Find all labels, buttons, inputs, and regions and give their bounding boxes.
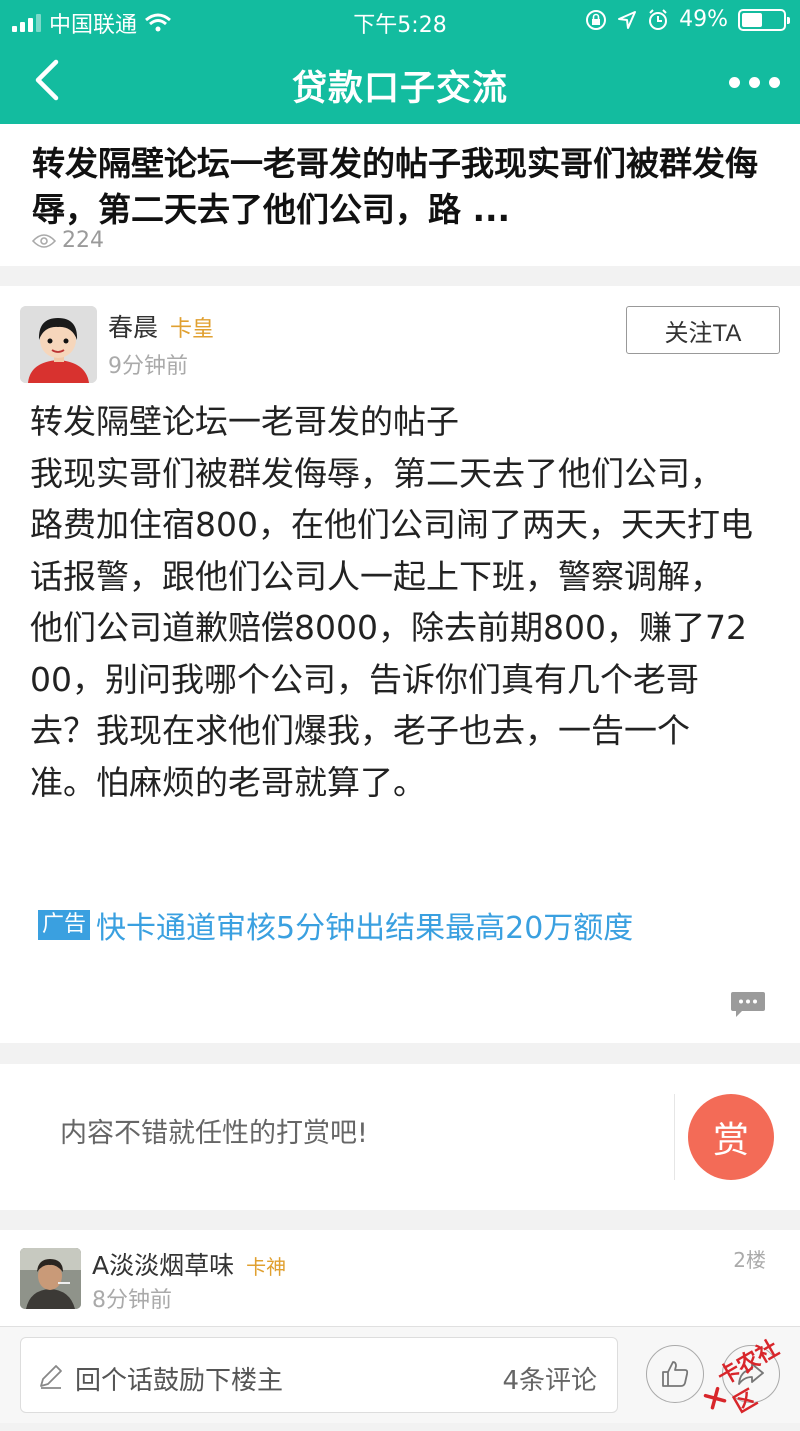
reply-author-rank-badge: 卡神 bbox=[246, 1255, 287, 1279]
more-dots-icon[interactable] bbox=[729, 64, 780, 100]
view-count: 224 bbox=[32, 228, 104, 253]
divider bbox=[674, 1094, 675, 1180]
post-title: 转发隔壁论坛一老哥发的帖子我现实哥们被群发侮辱，第二天去了他们公司，路 ... bbox=[32, 144, 758, 229]
alarm-icon bbox=[649, 8, 668, 30]
reply-placeholder: 回个话鼓励下楼主 bbox=[75, 1366, 284, 1396]
ad-link[interactable]: 广告 快卡通道审核5分钟出结果最高20万额度 bbox=[38, 903, 633, 947]
location-icon bbox=[618, 10, 637, 29]
battery-level bbox=[742, 12, 762, 27]
reply-input[interactable]: 回个话鼓励下楼主 4条评论 bbox=[20, 1337, 618, 1413]
author-info: 春晨 卡皇 bbox=[108, 308, 214, 344]
reply-author-name[interactable]: A淡淡烟草味 bbox=[92, 1246, 234, 1282]
status-bar: 中国联通 下午5:28 49% bbox=[0, 0, 800, 40]
author-name[interactable]: 春晨 bbox=[108, 308, 158, 344]
post-content: 转发隔壁论坛一老哥发的帖子 我现实哥们被群发侮辱，第二天去了他们公司，路费加住宿… bbox=[30, 402, 753, 802]
nav-bar: 贷款口子交流 bbox=[0, 40, 800, 124]
app-header: 中国联通 下午5:28 49% 贷款口子交流 bbox=[0, 0, 800, 124]
view-count-value: 224 bbox=[62, 228, 104, 253]
reward-card: 内容不错就任性的打赏吧! 赏 bbox=[0, 1064, 800, 1210]
battery-icon bbox=[738, 8, 790, 31]
pencil-icon bbox=[40, 1365, 62, 1389]
bottom-action-bar: 回个话鼓励下楼主 4条评论 bbox=[0, 1326, 800, 1423]
comment-count[interactable]: 4条评论 bbox=[502, 1360, 597, 1397]
reply-author-info: A淡淡烟草味 卡神 bbox=[92, 1246, 286, 1282]
floor-number: 2楼 bbox=[733, 1248, 766, 1272]
post-body-card: 春晨 卡皇 9分钟前 关注TA 转发隔壁论坛一老哥发的帖子 我现实哥们被群发侮辱… bbox=[0, 286, 800, 1043]
eye-icon bbox=[32, 233, 56, 248]
reply-time: 8分钟前 bbox=[92, 1288, 172, 1313]
post-title-card: 转发隔壁论坛一老哥发的帖子我现实哥们被群发侮辱，第二天去了他们公司，路 ... … bbox=[0, 124, 800, 266]
reward-prompt: 内容不错就任性的打赏吧! bbox=[60, 1118, 368, 1149]
ad-text[interactable]: 快卡通道审核5分钟出结果最高20万额度 bbox=[96, 903, 633, 947]
status-right: 49% bbox=[585, 7, 790, 32]
page-title: 贷款口子交流 bbox=[291, 69, 508, 109]
orientation-lock-icon bbox=[586, 9, 607, 30]
ad-badge: 广告 bbox=[38, 910, 91, 940]
reward-button[interactable]: 赏 bbox=[688, 1094, 774, 1180]
reply-avatar[interactable] bbox=[20, 1248, 81, 1309]
comment-bubble-icon[interactable] bbox=[730, 990, 766, 1018]
follow-button[interactable]: 关注TA bbox=[626, 306, 780, 354]
post-time: 9分钟前 bbox=[108, 354, 188, 379]
author-rank-badge: 卡皇 bbox=[170, 317, 215, 342]
battery-percent: 49% bbox=[679, 7, 728, 32]
avatar[interactable] bbox=[20, 306, 97, 383]
